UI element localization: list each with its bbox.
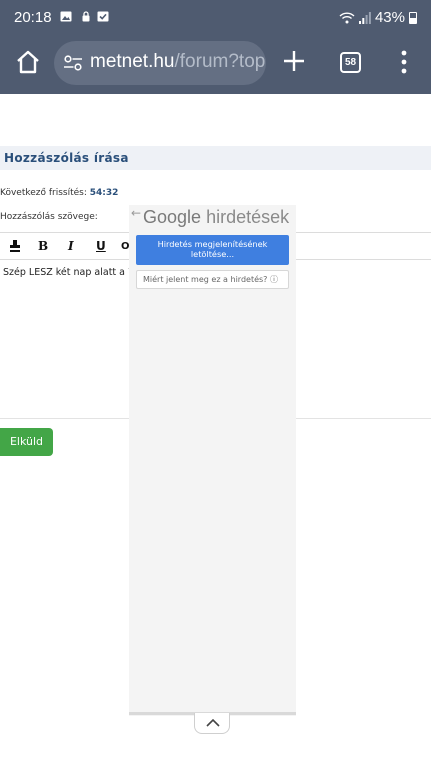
- comment-label: Hozzászólás szövege:: [0, 212, 98, 222]
- url-host: metnet.hu: [90, 51, 175, 72]
- home-icon[interactable]: [14, 48, 42, 76]
- why-this-ad-button[interactable]: Miért jelent meg ez a hirdetés? ⓘ: [136, 270, 289, 289]
- back-arrow-icon[interactable]: ←: [131, 206, 141, 220]
- gallery-icon: [60, 11, 72, 22]
- refresh-info: Következő frissítés: 54:32: [0, 188, 118, 198]
- checkbox-icon: [97, 11, 109, 22]
- bold-button[interactable]: B: [38, 239, 48, 253]
- underline-button[interactable]: U: [96, 239, 106, 253]
- tab-switcher-button[interactable]: 58: [340, 52, 361, 73]
- url-path: /forum?top: [174, 51, 266, 72]
- battery-icon: [409, 11, 417, 24]
- section-title: Hozzászólás írása: [4, 151, 129, 165]
- status-right: 43%: [339, 9, 417, 26]
- italic-button[interactable]: I: [68, 239, 74, 253]
- battery-percent: 43%: [374, 9, 405, 26]
- refresh-countdown: 54:32: [89, 188, 119, 198]
- ad-loading-button[interactable]: Hirdetés megjelenítésének letöltése...: [136, 235, 289, 265]
- more-menu-icon[interactable]: [397, 49, 411, 75]
- comment-textarea[interactable]: Szép LESZ két nap alatt a 7: [3, 267, 134, 278]
- new-tab-icon[interactable]: [281, 48, 307, 74]
- ad-panel: ← Google hirdetések Hirdetés megjeleníté…: [129, 205, 296, 716]
- chevron-up-icon: [206, 719, 220, 727]
- browser-toolbar: metnet.hu/forum?top 58: [0, 32, 431, 94]
- google-logo: Google: [143, 207, 202, 227]
- status-time: 20:18: [14, 9, 52, 26]
- status-bar: 20:18 43%: [0, 0, 431, 32]
- ad-title: Google hirdetések: [143, 207, 289, 228]
- stamp-icon[interactable]: [10, 240, 20, 253]
- address-bar[interactable]: metnet.hu/forum?top: [54, 41, 266, 85]
- lock-icon: [82, 11, 90, 22]
- ads-label: hirdetések: [206, 207, 290, 227]
- submit-button[interactable]: Elküld: [0, 428, 53, 456]
- section-header: Hozzászólás írása: [0, 146, 431, 170]
- wifi-icon: [339, 11, 355, 23]
- site-settings-icon[interactable]: [63, 54, 83, 72]
- refresh-label: Következő frissítés:: [0, 188, 87, 198]
- collapse-ad-button[interactable]: [194, 713, 230, 734]
- signal-icon: [358, 11, 371, 24]
- url-text: metnet.hu/forum?top: [90, 51, 265, 73]
